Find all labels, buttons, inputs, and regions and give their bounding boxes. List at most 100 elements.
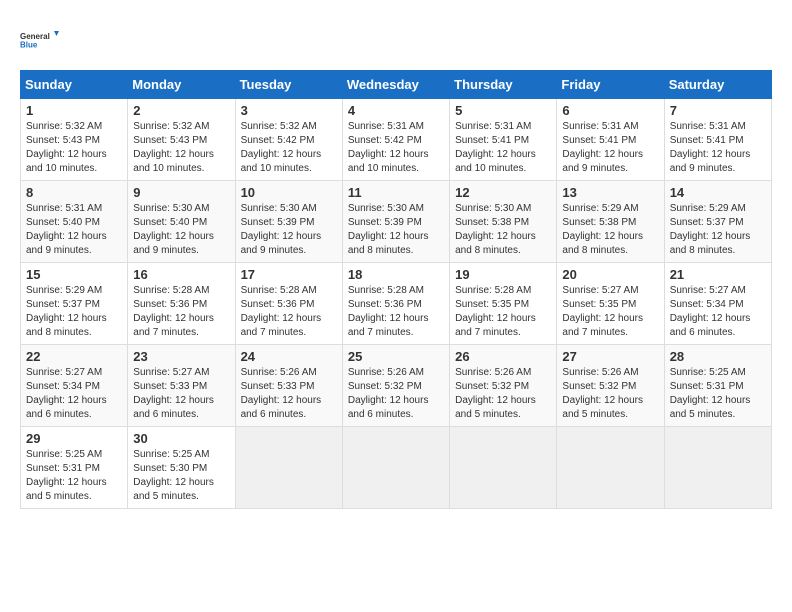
calendar-cell: 5 Sunrise: 5:31 AM Sunset: 5:41 PM Dayli… xyxy=(450,99,557,181)
day-number: 23 xyxy=(133,349,229,364)
weekday-header-saturday: Saturday xyxy=(664,71,771,99)
day-info: Sunrise: 5:25 AM Sunset: 5:31 PM Dayligh… xyxy=(26,448,122,504)
day-number: 29 xyxy=(26,431,122,446)
calendar-cell xyxy=(557,427,664,509)
day-number: 30 xyxy=(133,431,229,446)
calendar-cell: 13 Sunrise: 5:29 AM Sunset: 5:38 PM Dayl… xyxy=(557,181,664,263)
day-number: 13 xyxy=(562,185,658,200)
day-number: 16 xyxy=(133,267,229,282)
day-info: Sunrise: 5:28 AM Sunset: 5:36 PM Dayligh… xyxy=(133,284,229,340)
day-number: 19 xyxy=(455,267,551,282)
calendar-cell: 14 Sunrise: 5:29 AM Sunset: 5:37 PM Dayl… xyxy=(664,181,771,263)
day-number: 14 xyxy=(670,185,766,200)
day-number: 20 xyxy=(562,267,658,282)
day-info: Sunrise: 5:31 AM Sunset: 5:42 PM Dayligh… xyxy=(348,120,444,176)
day-number: 6 xyxy=(562,103,658,118)
day-info: Sunrise: 5:32 AM Sunset: 5:43 PM Dayligh… xyxy=(26,120,122,176)
calendar-cell: 7 Sunrise: 5:31 AM Sunset: 5:41 PM Dayli… xyxy=(664,99,771,181)
day-info: Sunrise: 5:28 AM Sunset: 5:35 PM Dayligh… xyxy=(455,284,551,340)
calendar-cell xyxy=(450,427,557,509)
calendar-week-2: 8 Sunrise: 5:31 AM Sunset: 5:40 PM Dayli… xyxy=(21,181,772,263)
day-number: 10 xyxy=(241,185,337,200)
day-number: 2 xyxy=(133,103,229,118)
logo-svg: General Blue xyxy=(20,20,60,60)
day-info: Sunrise: 5:28 AM Sunset: 5:36 PM Dayligh… xyxy=(348,284,444,340)
day-number: 27 xyxy=(562,349,658,364)
day-number: 24 xyxy=(241,349,337,364)
day-number: 8 xyxy=(26,185,122,200)
day-number: 22 xyxy=(26,349,122,364)
calendar-cell: 11 Sunrise: 5:30 AM Sunset: 5:39 PM Dayl… xyxy=(342,181,449,263)
day-number: 9 xyxy=(133,185,229,200)
day-info: Sunrise: 5:32 AM Sunset: 5:42 PM Dayligh… xyxy=(241,120,337,176)
calendar-cell xyxy=(342,427,449,509)
day-number: 18 xyxy=(348,267,444,282)
calendar-cell: 6 Sunrise: 5:31 AM Sunset: 5:41 PM Dayli… xyxy=(557,99,664,181)
calendar-cell xyxy=(664,427,771,509)
calendar-cell: 8 Sunrise: 5:31 AM Sunset: 5:40 PM Dayli… xyxy=(21,181,128,263)
calendar-cell: 9 Sunrise: 5:30 AM Sunset: 5:40 PM Dayli… xyxy=(128,181,235,263)
calendar-week-5: 29 Sunrise: 5:25 AM Sunset: 5:31 PM Dayl… xyxy=(21,427,772,509)
day-info: Sunrise: 5:31 AM Sunset: 5:41 PM Dayligh… xyxy=(670,120,766,176)
calendar-cell: 30 Sunrise: 5:25 AM Sunset: 5:30 PM Dayl… xyxy=(128,427,235,509)
calendar-table: SundayMondayTuesdayWednesdayThursdayFrid… xyxy=(20,70,772,509)
day-number: 28 xyxy=(670,349,766,364)
calendar-cell: 28 Sunrise: 5:25 AM Sunset: 5:31 PM Dayl… xyxy=(664,345,771,427)
calendar-week-1: 1 Sunrise: 5:32 AM Sunset: 5:43 PM Dayli… xyxy=(21,99,772,181)
day-info: Sunrise: 5:30 AM Sunset: 5:39 PM Dayligh… xyxy=(348,202,444,258)
day-info: Sunrise: 5:29 AM Sunset: 5:37 PM Dayligh… xyxy=(26,284,122,340)
day-info: Sunrise: 5:30 AM Sunset: 5:38 PM Dayligh… xyxy=(455,202,551,258)
day-info: Sunrise: 5:25 AM Sunset: 5:30 PM Dayligh… xyxy=(133,448,229,504)
day-info: Sunrise: 5:29 AM Sunset: 5:37 PM Dayligh… xyxy=(670,202,766,258)
calendar-cell: 26 Sunrise: 5:26 AM Sunset: 5:32 PM Dayl… xyxy=(450,345,557,427)
weekday-header-wednesday: Wednesday xyxy=(342,71,449,99)
day-number: 25 xyxy=(348,349,444,364)
day-number: 7 xyxy=(670,103,766,118)
calendar-cell: 12 Sunrise: 5:30 AM Sunset: 5:38 PM Dayl… xyxy=(450,181,557,263)
calendar-cell xyxy=(235,427,342,509)
day-info: Sunrise: 5:31 AM Sunset: 5:40 PM Dayligh… xyxy=(26,202,122,258)
calendar-cell: 19 Sunrise: 5:28 AM Sunset: 5:35 PM Dayl… xyxy=(450,263,557,345)
calendar-cell: 22 Sunrise: 5:27 AM Sunset: 5:34 PM Dayl… xyxy=(21,345,128,427)
calendar-cell: 4 Sunrise: 5:31 AM Sunset: 5:42 PM Dayli… xyxy=(342,99,449,181)
day-info: Sunrise: 5:32 AM Sunset: 5:43 PM Dayligh… xyxy=(133,120,229,176)
day-info: Sunrise: 5:26 AM Sunset: 5:32 PM Dayligh… xyxy=(348,366,444,422)
calendar-cell: 1 Sunrise: 5:32 AM Sunset: 5:43 PM Dayli… xyxy=(21,99,128,181)
weekday-header-thursday: Thursday xyxy=(450,71,557,99)
day-info: Sunrise: 5:30 AM Sunset: 5:39 PM Dayligh… xyxy=(241,202,337,258)
calendar-cell: 2 Sunrise: 5:32 AM Sunset: 5:43 PM Dayli… xyxy=(128,99,235,181)
calendar-body: 1 Sunrise: 5:32 AM Sunset: 5:43 PM Dayli… xyxy=(21,99,772,509)
svg-text:General: General xyxy=(20,32,50,41)
day-number: 3 xyxy=(241,103,337,118)
weekday-row: SundayMondayTuesdayWednesdayThursdayFrid… xyxy=(21,71,772,99)
calendar-week-3: 15 Sunrise: 5:29 AM Sunset: 5:37 PM Dayl… xyxy=(21,263,772,345)
calendar-cell: 17 Sunrise: 5:28 AM Sunset: 5:36 PM Dayl… xyxy=(235,263,342,345)
day-info: Sunrise: 5:27 AM Sunset: 5:34 PM Dayligh… xyxy=(26,366,122,422)
calendar-cell: 10 Sunrise: 5:30 AM Sunset: 5:39 PM Dayl… xyxy=(235,181,342,263)
day-number: 5 xyxy=(455,103,551,118)
day-number: 15 xyxy=(26,267,122,282)
day-info: Sunrise: 5:27 AM Sunset: 5:34 PM Dayligh… xyxy=(670,284,766,340)
day-info: Sunrise: 5:30 AM Sunset: 5:40 PM Dayligh… xyxy=(133,202,229,258)
calendar-cell: 18 Sunrise: 5:28 AM Sunset: 5:36 PM Dayl… xyxy=(342,263,449,345)
calendar-cell: 24 Sunrise: 5:26 AM Sunset: 5:33 PM Dayl… xyxy=(235,345,342,427)
day-info: Sunrise: 5:29 AM Sunset: 5:38 PM Dayligh… xyxy=(562,202,658,258)
day-number: 11 xyxy=(348,185,444,200)
day-number: 1 xyxy=(26,103,122,118)
day-info: Sunrise: 5:26 AM Sunset: 5:32 PM Dayligh… xyxy=(455,366,551,422)
day-info: Sunrise: 5:26 AM Sunset: 5:32 PM Dayligh… xyxy=(562,366,658,422)
day-number: 26 xyxy=(455,349,551,364)
calendar-cell: 21 Sunrise: 5:27 AM Sunset: 5:34 PM Dayl… xyxy=(664,263,771,345)
day-info: Sunrise: 5:25 AM Sunset: 5:31 PM Dayligh… xyxy=(670,366,766,422)
page-header: General Blue xyxy=(20,20,772,60)
logo: General Blue xyxy=(20,20,60,60)
weekday-header-monday: Monday xyxy=(128,71,235,99)
day-info: Sunrise: 5:31 AM Sunset: 5:41 PM Dayligh… xyxy=(562,120,658,176)
calendar-cell: 29 Sunrise: 5:25 AM Sunset: 5:31 PM Dayl… xyxy=(21,427,128,509)
day-info: Sunrise: 5:31 AM Sunset: 5:41 PM Dayligh… xyxy=(455,120,551,176)
calendar-cell: 15 Sunrise: 5:29 AM Sunset: 5:37 PM Dayl… xyxy=(21,263,128,345)
calendar-week-4: 22 Sunrise: 5:27 AM Sunset: 5:34 PM Dayl… xyxy=(21,345,772,427)
calendar-cell: 16 Sunrise: 5:28 AM Sunset: 5:36 PM Dayl… xyxy=(128,263,235,345)
day-info: Sunrise: 5:27 AM Sunset: 5:35 PM Dayligh… xyxy=(562,284,658,340)
weekday-header-friday: Friday xyxy=(557,71,664,99)
